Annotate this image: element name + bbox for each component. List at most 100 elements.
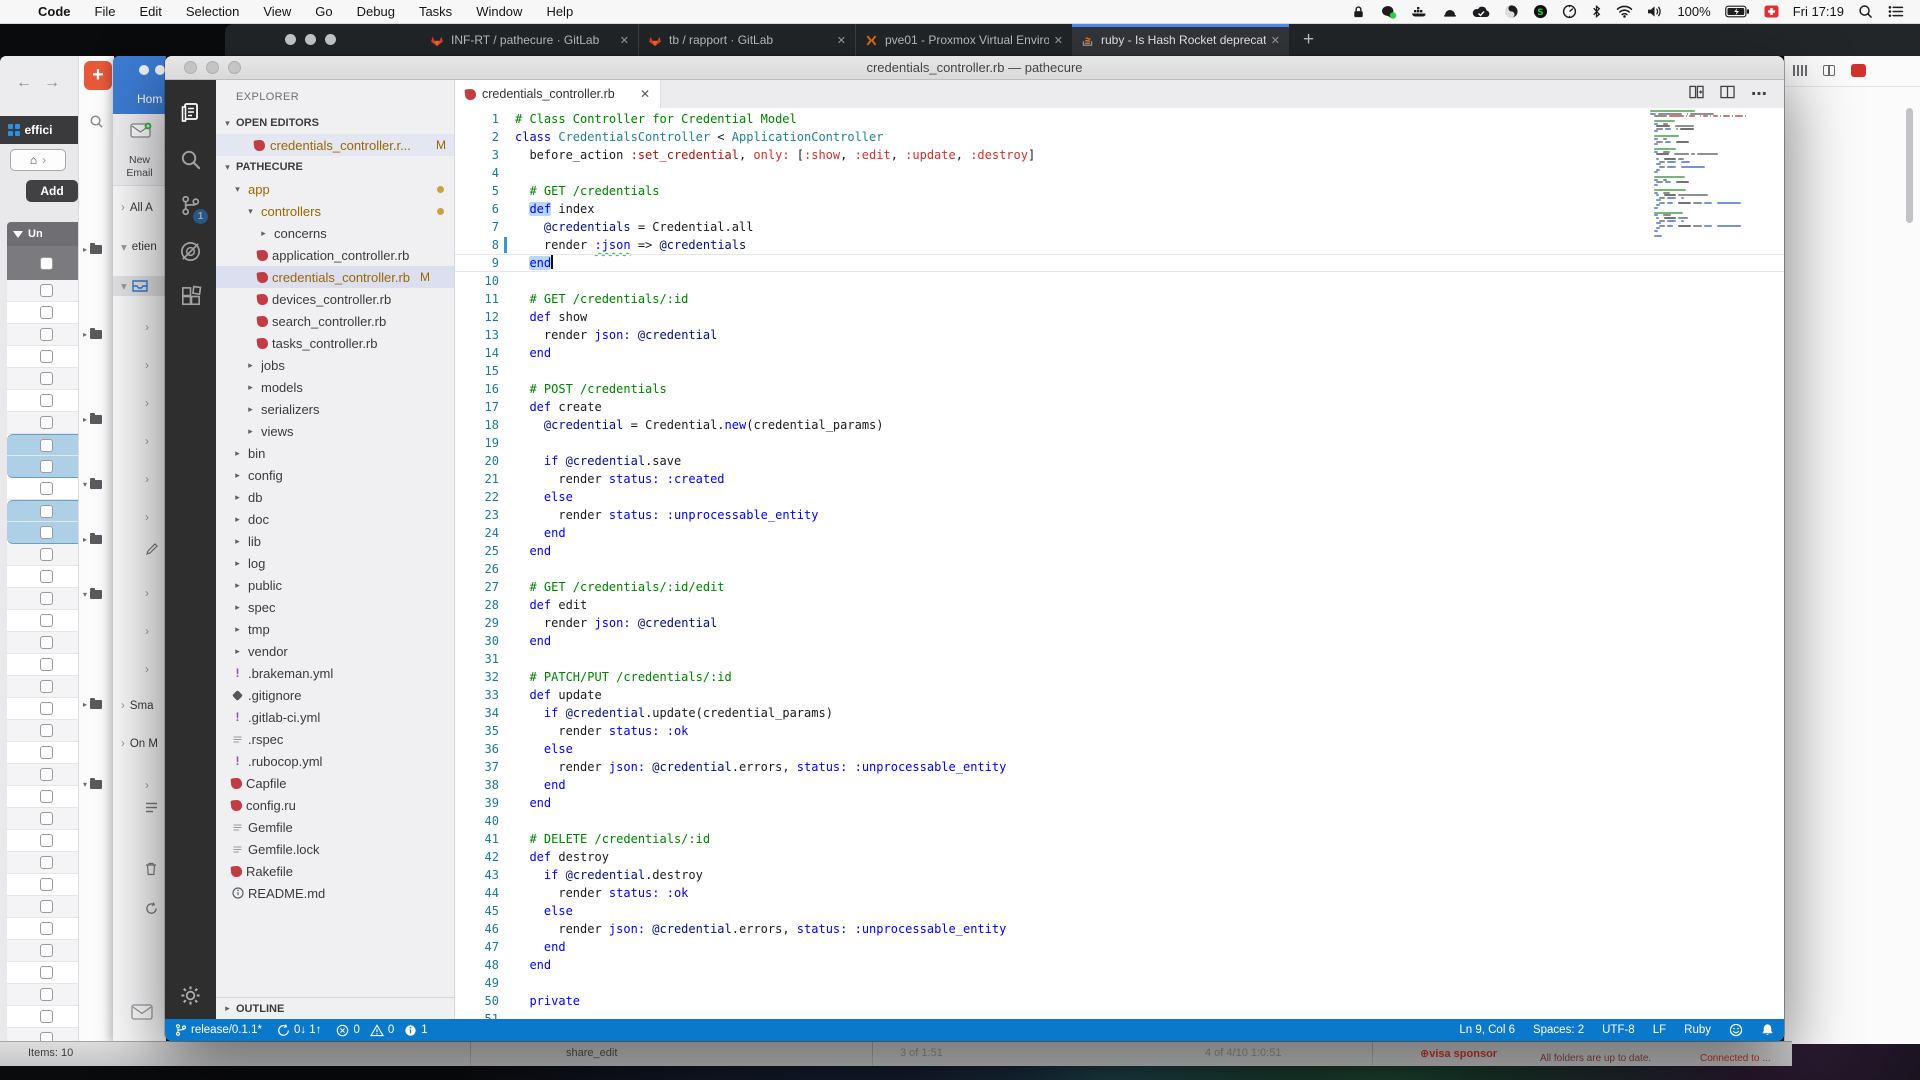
add-button[interactable]: Add	[26, 180, 78, 202]
control-center-icon[interactable]	[1887, 5, 1904, 18]
folder-chevron-icon[interactable]: ›	[145, 320, 149, 334]
settings-gear-icon[interactable]	[165, 984, 216, 1007]
bell-menu-icon[interactable]	[1442, 4, 1458, 19]
split-editor-icon[interactable]	[1720, 85, 1735, 104]
menu-item-tasks[interactable]: Tasks	[419, 4, 452, 19]
editor-tab-credentials[interactable]: credentials_controller.rb ✕	[455, 80, 661, 108]
row-checkbox[interactable]	[40, 768, 53, 781]
search-icon[interactable]	[89, 114, 104, 134]
folder-chevron-icon[interactable]: ›	[145, 586, 149, 600]
explorer-item-concerns[interactable]: ▸concerns	[216, 222, 454, 244]
code-line-26[interactable]: 26	[455, 560, 1784, 578]
open-changes-icon[interactable]	[1689, 85, 1704, 104]
mail-inbox-row[interactable]: ▾	[113, 276, 166, 296]
code-line-24[interactable]: 24 end	[455, 524, 1784, 542]
menu-clock[interactable]: Fri 17:19	[1793, 4, 1844, 19]
explorer-item--rubocop-yml[interactable]: !.rubocop.yml	[216, 750, 454, 772]
cloud-check-menu-icon[interactable]	[1472, 5, 1490, 19]
language-mode[interactable]: Ruby	[1684, 1024, 1711, 1036]
row-checkbox[interactable]	[40, 812, 53, 825]
code-line-37[interactable]: 37 render json: @credential.errors, stat…	[455, 758, 1784, 776]
row-checkbox[interactable]	[40, 372, 53, 385]
explorer-item-gemfile-lock[interactable]: Gemfile.lock	[216, 838, 454, 860]
row-checkbox[interactable]	[40, 746, 53, 759]
code-line-3[interactable]: 3 before_action :set_credential, only: […	[455, 146, 1784, 164]
explorer-item-views[interactable]: ▸views	[216, 420, 454, 442]
compose-icon[interactable]	[145, 542, 159, 561]
bluetooth-menu-icon[interactable]	[1591, 4, 1602, 19]
code-line-51[interactable]: 51	[455, 1010, 1784, 1019]
row-checkbox[interactable]	[40, 790, 53, 803]
folder-row[interactable]: ▾	[83, 480, 102, 489]
row-checkbox[interactable]	[40, 900, 53, 913]
row-checkbox[interactable]	[40, 350, 53, 363]
browser-tab-tb[interactable]: tb / rapport · GitLab✕	[638, 24, 855, 56]
code-line-50[interactable]: 50 private	[455, 992, 1784, 1010]
row-checkbox[interactable]	[40, 878, 53, 891]
row-checkbox[interactable]	[40, 306, 53, 319]
open-editor-item[interactable]: credentials_controller.r... M	[216, 134, 454, 156]
notifications-bell-icon[interactable]	[1761, 1023, 1774, 1037]
code-line-2[interactable]: 2class CredentialsController < Applicati…	[455, 128, 1784, 146]
menu-item-file[interactable]: File	[95, 4, 116, 19]
mail-traffic-light[interactable]	[155, 65, 165, 75]
row-checkbox[interactable]	[40, 1032, 53, 1041]
explorer-item-controllers[interactable]: ▾controllers	[216, 200, 454, 222]
menu-item-edit[interactable]: Edit	[139, 4, 161, 19]
explorer-item--brakeman-yml[interactable]: !.brakeman.yml	[216, 662, 454, 684]
trash-icon[interactable]	[145, 862, 157, 881]
code-line-15[interactable]: 15	[455, 362, 1784, 380]
docker-menu-icon[interactable]	[1411, 4, 1428, 19]
code-line-32[interactable]: 32 # PATCH/PUT /credentials/:id	[455, 668, 1784, 686]
explorer-item-rakefile[interactable]: Rakefile	[216, 860, 454, 882]
code-line-46[interactable]: 46 render json: @credential.errors, stat…	[455, 920, 1784, 938]
panes-icon[interactable]	[1823, 65, 1835, 76]
outline-section[interactable]: ▸OUTLINE	[216, 997, 454, 1019]
row-checkbox[interactable]	[40, 416, 53, 429]
row-checkbox[interactable]	[40, 988, 53, 1001]
explorer-item-models[interactable]: ▸models	[216, 376, 454, 398]
menu-app-name[interactable]: Code	[38, 4, 71, 19]
code-line-35[interactable]: 35 render status: :ok	[455, 722, 1784, 740]
row-checkbox[interactable]	[40, 834, 53, 847]
explorer-item-vendor[interactable]: ▸vendor	[216, 640, 454, 662]
columns-icon[interactable]	[1793, 65, 1807, 76]
browser-tab-inf-rt[interactable]: INF-RT / pathecure · GitLab✕	[421, 24, 638, 56]
code-line-14[interactable]: 14 end	[455, 344, 1784, 362]
envelope-icon[interactable]	[131, 1004, 153, 1025]
row-checkbox[interactable]	[40, 680, 53, 693]
row-checkbox[interactable]	[40, 526, 53, 539]
folder-chevron-icon[interactable]: ›	[145, 358, 149, 372]
menu-item-go[interactable]: Go	[315, 4, 332, 19]
select-all-checkbox[interactable]	[40, 257, 53, 270]
folder-chevron-icon[interactable]: ›	[145, 396, 149, 410]
row-checkbox[interactable]	[40, 439, 53, 452]
close-tab-icon[interactable]: ✕	[1271, 34, 1280, 47]
code-line-13[interactable]: 13 render json: @credential	[455, 326, 1784, 344]
minimap[interactable]	[1650, 110, 1746, 240]
code-line-43[interactable]: 43 if @credential.destroy	[455, 866, 1784, 884]
spotlight-search-icon[interactable]	[1858, 4, 1873, 19]
encoding[interactable]: UTF-8	[1602, 1024, 1635, 1036]
code-line-18[interactable]: 18 @credential = Credential.new(credenti…	[455, 416, 1784, 434]
explorer-item-app[interactable]: ▾app	[216, 178, 454, 200]
row-checkbox[interactable]	[40, 284, 53, 297]
browser-tab-ruby[interactable]: ruby - Is Hash Rocket deprecat✕	[1072, 24, 1289, 56]
code-line-23[interactable]: 23 render status: :unprocessable_entity	[455, 506, 1784, 524]
code-line-38[interactable]: 38 end	[455, 776, 1784, 794]
refresh-icon[interactable]	[145, 902, 158, 920]
code-line-49[interactable]: 49	[455, 974, 1784, 992]
folder-row[interactable]: ▸	[83, 330, 102, 339]
code-line-39[interactable]: 39 end	[455, 794, 1784, 812]
vscode-titlebar[interactable]: credentials_controller.rb — pathecure	[165, 56, 1784, 80]
code-line-45[interactable]: 45 else	[455, 902, 1784, 920]
plus-app-icon[interactable]: +	[84, 61, 112, 90]
row-checkbox[interactable]	[40, 482, 53, 495]
row-checkbox[interactable]	[40, 724, 53, 737]
row-checkbox[interactable]	[40, 614, 53, 627]
folder-chevron-icon[interactable]: ›	[145, 472, 149, 486]
explorer-item--gitlab-ci-yml[interactable]: !.gitlab-ci.yml	[216, 706, 454, 728]
explorer-activity-icon[interactable]	[165, 90, 216, 136]
explorer-item-public[interactable]: ▸public	[216, 574, 454, 596]
search-activity-icon[interactable]	[165, 136, 216, 182]
